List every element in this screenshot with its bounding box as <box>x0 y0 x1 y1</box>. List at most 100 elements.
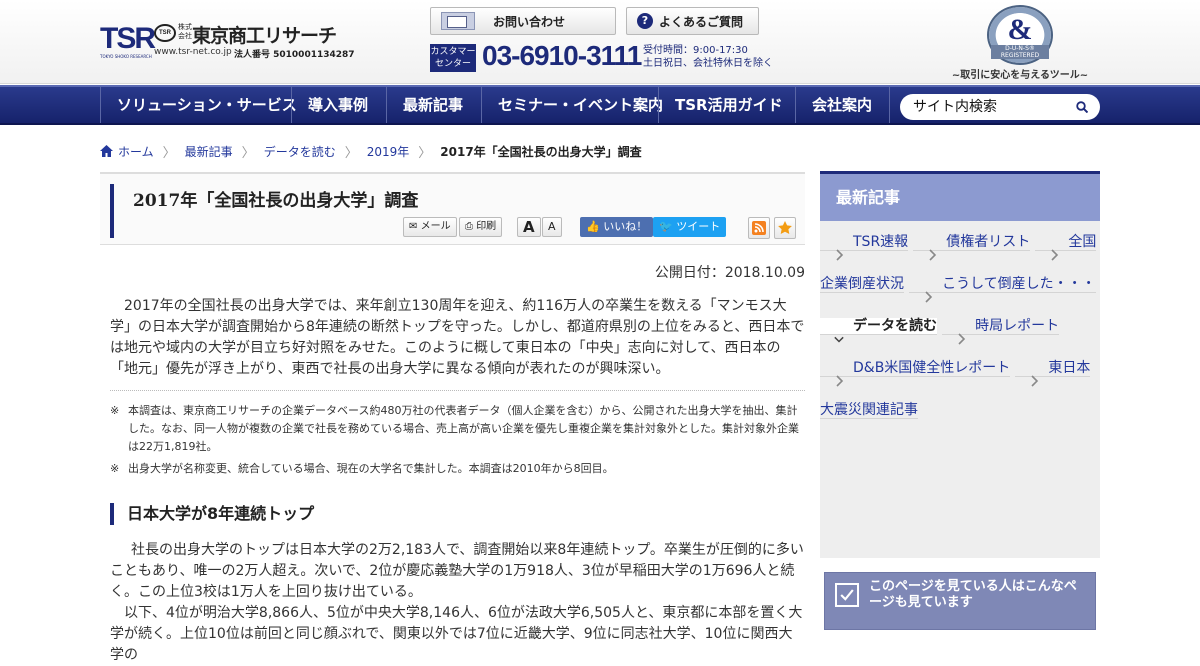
sidebar-title: 最新記事 <box>820 174 1100 221</box>
nav-latest-articles[interactable]: 最新記事 <box>386 87 481 123</box>
nav-solutions[interactable]: ソリューション・サービス <box>100 87 297 123</box>
chevron-right-icon <box>836 375 844 387</box>
sidebar-item-label: D&B米国健全性レポート <box>853 360 1011 376</box>
faq-label: よくあるご質問 <box>659 14 744 29</box>
chevron-right-icon <box>836 249 844 261</box>
related-title: このページを見ている人はこんなページも見ています <box>869 579 1077 610</box>
corporate-number: 法人番号 5010001134287 <box>234 50 355 60</box>
duns-registered-label: D-U-N-S® REGISTERED <box>991 45 1049 59</box>
sidebar-item-current-report[interactable]: 時局レポート <box>942 318 1060 345</box>
breadcrumb-current: 2017年「全国社長の出身大学」調査 <box>440 144 642 159</box>
hours-line: 受付時間：9:00-17:30 <box>643 45 748 56</box>
sidebar-item-label: 時局レポート <box>975 318 1060 334</box>
bookmark-button[interactable] <box>774 217 796 239</box>
chevron-right-icon: 〉 <box>344 145 358 161</box>
body-paragraph: 以下、4位が明治大学8,866人、5位が中央大学8,146人、6位が法政大学6,… <box>110 605 803 663</box>
breadcrumb-latest[interactable]: 最新記事 <box>185 143 233 160</box>
font-small-button[interactable]: A <box>542 217 562 237</box>
note-item: 出身大学が名称変更、統合している場合、現在の大学名で集計した。本調査は2010年… <box>110 460 805 478</box>
company-type: 株式会社 <box>178 23 192 40</box>
chevron-right-icon <box>1031 375 1039 387</box>
printer-icon: ⎙ <box>465 221 473 232</box>
print-label: 印刷 <box>476 221 497 232</box>
closed-days-line: 土日祝日、会社特休日を除く <box>643 58 773 69</box>
nav-case-studies[interactable]: 導入事例 <box>291 87 386 123</box>
tsr-emblem-icon: TSR <box>154 24 176 42</box>
print-button[interactable]: ⎙ 印刷 <box>459 217 503 237</box>
tsr-logo-mark: TSR <box>100 22 156 55</box>
envelope-icon: ✉ <box>409 221 418 232</box>
chevron-right-icon: 〉 <box>418 145 432 161</box>
contact-label: お問い合わせ <box>493 14 566 29</box>
duns-seal-icon: & D-U-N-S® REGISTERED <box>987 5 1053 65</box>
survey-notes: 本調査は、東京商工リサーチの企業データベース約480万社の代表者データ（個人企業… <box>110 390 805 482</box>
sidebar-item-label: データを読む <box>853 318 937 334</box>
site-url: www.tsr-net.co.jp <box>154 47 232 57</box>
thumbs-up-icon: 👍 <box>586 220 600 233</box>
breadcrumb-year[interactable]: 2019年 <box>367 143 410 160</box>
tweet-button[interactable]: 🐦 ツイート <box>653 217 727 237</box>
sidebar-item-dnb-report[interactable]: D&B米国健全性レポート <box>820 360 1011 387</box>
sidebar-item-data-reading[interactable]: データを読む <box>820 318 937 343</box>
chevron-right-icon <box>958 333 966 345</box>
tweet-label: ツイート <box>676 220 721 233</box>
sidebar-item-how-bankrupt[interactable]: こうして倒産した・・・ <box>909 276 1096 303</box>
like-label: いいね！ <box>603 220 648 233</box>
question-icon: ? <box>637 13 653 29</box>
chevron-down-icon <box>834 336 844 343</box>
duns-tagline: ~取引に安心を与えるツール~ <box>951 70 1089 81</box>
breadcrumb: ホーム 〉 最新記事 〉 データを読む 〉 2019年 〉 2017年「全国社長… <box>100 143 642 161</box>
body-paragraph: 社長の出身大学のトップは日本大学の2万2,183人で、調査開始以来8年連続トップ… <box>110 542 804 600</box>
search-icon[interactable] <box>1076 101 1088 113</box>
customer-center-badge: カスタマーセンター <box>430 44 476 72</box>
font-large-button[interactable]: A <box>517 217 541 237</box>
chevron-right-icon <box>925 291 933 303</box>
duns-registered-banner[interactable]: & D-U-N-S® REGISTERED ~取引に安心を与えるツール~ <box>952 5 1088 81</box>
faq-button[interactable]: ? よくあるご質問 <box>626 7 759 35</box>
site-logo[interactable]: TSR TOKYO SHOKO RESEARCH TSR 株式会社 東京商工リサ… <box>100 20 355 60</box>
site-search-input[interactable]: サイト内検索 <box>900 94 1100 120</box>
chevron-right-icon: 〉 <box>241 145 255 161</box>
sidebar-item-label: 債権者リスト <box>946 234 1031 250</box>
star-icon <box>778 221 792 234</box>
home-icon <box>100 145 113 157</box>
publish-date: 公開日付：2018.10.09 <box>654 265 805 281</box>
contact-button[interactable]: お問い合わせ <box>430 7 616 35</box>
chevron-right-icon: 〉 <box>162 145 176 161</box>
facebook-like-button[interactable]: 👍 いいね！ <box>580 217 654 237</box>
mail-label: メール <box>420 221 451 232</box>
checkbox-icon <box>835 583 859 607</box>
breadcrumb-data[interactable]: データを読む <box>264 143 336 160</box>
global-nav: ソリューション・サービス 導入事例 最新記事 セミナー・イベント案内 TSR活用… <box>0 85 1200 125</box>
title-accent <box>110 184 114 238</box>
mail-form-icon <box>441 12 475 30</box>
note-item: 本調査は、東京商工リサーチの企業データベース約480万社の代表者データ（個人企業… <box>110 402 805 456</box>
tsr-logo-sub: TOKYO SHOKO RESEARCH <box>100 54 152 59</box>
nav-seminars-events[interactable]: セミナー・イベント案内 <box>481 87 663 123</box>
search-label: サイト内検索 <box>913 99 997 115</box>
sidebar-item-label: TSR速報 <box>853 234 909 250</box>
page-title: 2017年「全国社長の出身大学」調査 <box>133 191 419 211</box>
mail-button[interactable]: ✉ メール <box>403 217 457 237</box>
sidebar-latest-articles: 最新記事 TSR速報 債権者リスト 全国企業倒産状況 こうして倒産した・・・ デ… <box>820 171 1100 558</box>
section-heading: 日本大学が8年連続トップ <box>110 503 805 525</box>
sidebar-item-label: こうして倒産した・・・ <box>942 276 1096 292</box>
article-body: 社長の出身大学のトップは日本大学の2万2,183人で、調査開始以来8年連続トップ… <box>110 540 805 666</box>
phone-number[interactable]: 03-6910-3111 <box>482 40 642 72</box>
related-pages-box: このページを見ている人はこんなページも見ています <box>824 572 1096 630</box>
twitter-icon: 🐦 <box>659 220 673 233</box>
nav-tsr-guide[interactable]: TSR活用ガイド <box>658 87 795 123</box>
article-lead: 2017年の全国社長の出身大学では、来年創立130周年を迎え、約116万人の卒業… <box>110 298 805 377</box>
breadcrumb-home[interactable]: ホーム <box>118 143 154 160</box>
rss-icon <box>752 221 766 235</box>
article-header: 2017年「全国社長の出身大学」調査 ✉ メール ⎙ 印刷 A A 👍 いいね！… <box>100 172 805 245</box>
rss-button[interactable] <box>748 217 770 239</box>
company-name: 東京商工リサーチ <box>192 25 337 47</box>
sidebar-item-tsr-flash[interactable]: TSR速報 <box>820 234 909 261</box>
chevron-right-icon <box>1051 249 1059 261</box>
sidebar-item-creditor-list[interactable]: 債権者リスト <box>913 234 1031 261</box>
nav-company-info[interactable]: 会社案内 <box>795 87 890 123</box>
business-hours: 受付時間：9:00-17:30 土日祝日、会社特休日を除く <box>643 44 773 70</box>
site-header: TSR TOKYO SHOKO RESEARCH TSR 株式会社 東京商工リサ… <box>0 0 1200 84</box>
chevron-right-icon <box>929 249 937 261</box>
